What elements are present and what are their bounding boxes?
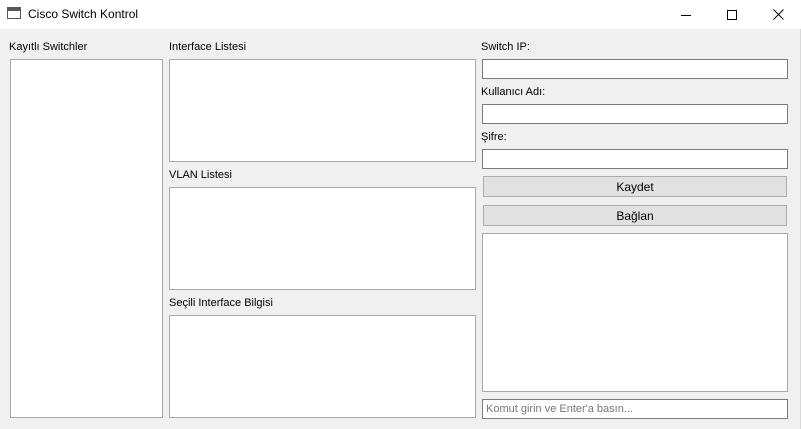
password-field[interactable] [482,149,788,169]
vlan-list[interactable] [169,187,476,290]
command-field[interactable] [482,399,788,419]
password-label: Şifre: [481,131,507,143]
interface-list-label: Interface Listesi [169,41,247,53]
password-input[interactable] [483,150,787,168]
saved-switches-list[interactable] [10,59,163,418]
app-window-icon [7,7,21,19]
close-button[interactable] [755,0,801,29]
interface-list[interactable] [169,59,476,162]
main-window-body: Kayıtlı Switchler Interface Listesi VLAN… [0,29,801,429]
interface-info-panel[interactable] [169,315,476,418]
username-field[interactable] [482,104,788,124]
interface-info-label: Seçili Interface Bilgisi [169,297,273,309]
command-output-panel[interactable] [482,233,788,392]
switch-ip-input[interactable] [483,60,787,78]
title-bar: Cisco Switch Kontrol [0,0,801,29]
connect-button[interactable]: Bağlan [483,205,787,226]
save-button[interactable]: Kaydet [483,176,787,197]
username-input[interactable] [483,105,787,123]
maximize-button[interactable] [709,0,755,29]
saved-switches-label: Kayıtlı Switchler [9,41,88,53]
minimize-icon [681,14,691,16]
switch-ip-field[interactable] [482,59,788,79]
command-input[interactable] [483,400,787,418]
switch-ip-label: Switch IP: [481,41,530,53]
maximize-icon [727,9,737,20]
username-label: Kullanıcı Adı: [481,86,546,98]
vlan-list-label: VLAN Listesi [169,169,232,181]
window-title: Cisco Switch Kontrol [28,7,139,21]
minimize-button[interactable] [663,0,709,29]
close-icon [772,9,784,20]
